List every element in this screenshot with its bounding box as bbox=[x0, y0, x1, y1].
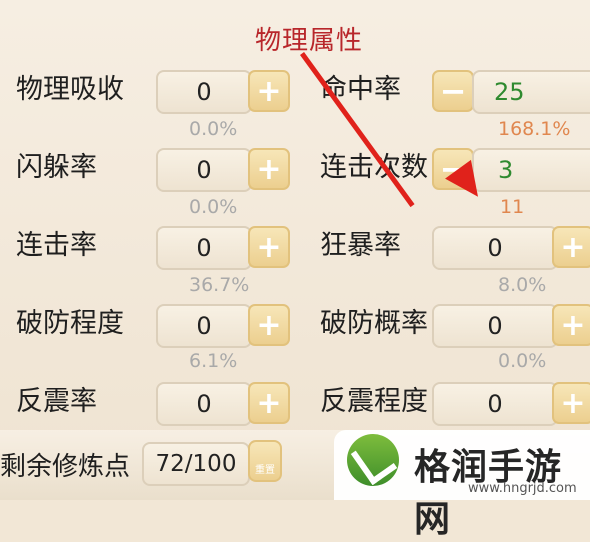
pct-armor-break-chance: 0.0% bbox=[498, 350, 547, 372]
remaining-points-value: 72/100 bbox=[142, 442, 250, 486]
label-armor-break-chance: 破防概率 bbox=[320, 308, 428, 339]
value-counter-level: 0 bbox=[432, 382, 558, 426]
value-dodge-rate: 0 bbox=[156, 148, 252, 192]
plus-icon[interactable]: + bbox=[552, 304, 590, 346]
label-armor-break-level: 破防程度 bbox=[16, 308, 124, 339]
value-counter-rate: 0 bbox=[156, 382, 252, 426]
plus-icon[interactable]: + bbox=[552, 226, 590, 268]
pct-physical-absorb: 0.0% bbox=[189, 118, 238, 140]
value-combo-rate: 0 bbox=[156, 226, 252, 270]
value-hit-rate: 25 bbox=[472, 70, 590, 114]
plus-icon[interactable]: + bbox=[248, 382, 290, 424]
value-berserk-rate: 0 bbox=[432, 226, 558, 270]
value-physical-absorb: 0 bbox=[156, 70, 252, 114]
label-berserk-rate: 狂暴率 bbox=[320, 230, 401, 261]
pct-hit-rate: 168.1% bbox=[498, 118, 571, 140]
plus-icon[interactable]: + bbox=[248, 70, 290, 112]
plus-icon[interactable]: + bbox=[248, 226, 290, 268]
value-armor-break-level: 0 bbox=[156, 304, 252, 348]
reset-label: 重置 bbox=[255, 465, 275, 476]
pct-dodge-rate: 0.0% bbox=[189, 196, 238, 218]
label-counter-rate: 反震率 bbox=[16, 386, 97, 417]
label-physical-absorb: 物理吸收 bbox=[16, 74, 124, 105]
watermark-site: www.hngrjd.com bbox=[468, 481, 577, 496]
page-title: 物理属性 bbox=[255, 26, 364, 56]
value-armor-break-chance: 0 bbox=[432, 304, 558, 348]
plus-icon[interactable]: + bbox=[248, 148, 290, 190]
plus-icon[interactable]: + bbox=[552, 382, 590, 424]
label-combo-rate: 连击率 bbox=[16, 230, 97, 261]
label-dodge-rate: 闪躲率 bbox=[16, 152, 97, 183]
label-counter-level: 反震程度 bbox=[320, 386, 428, 417]
pct-armor-break-level: 6.1% bbox=[189, 350, 238, 372]
remaining-points-label: 剩余修炼点 bbox=[0, 452, 131, 482]
site-logo-icon bbox=[347, 434, 399, 486]
pct-combo-rate: 36.7% bbox=[189, 274, 250, 296]
pct-combo-count: 11 bbox=[500, 196, 525, 218]
minus-icon[interactable]: − bbox=[432, 70, 474, 112]
reset-icon[interactable]: 重置 bbox=[248, 440, 282, 482]
plus-icon[interactable]: + bbox=[248, 304, 290, 346]
pct-berserk-rate: 8.0% bbox=[498, 274, 547, 296]
